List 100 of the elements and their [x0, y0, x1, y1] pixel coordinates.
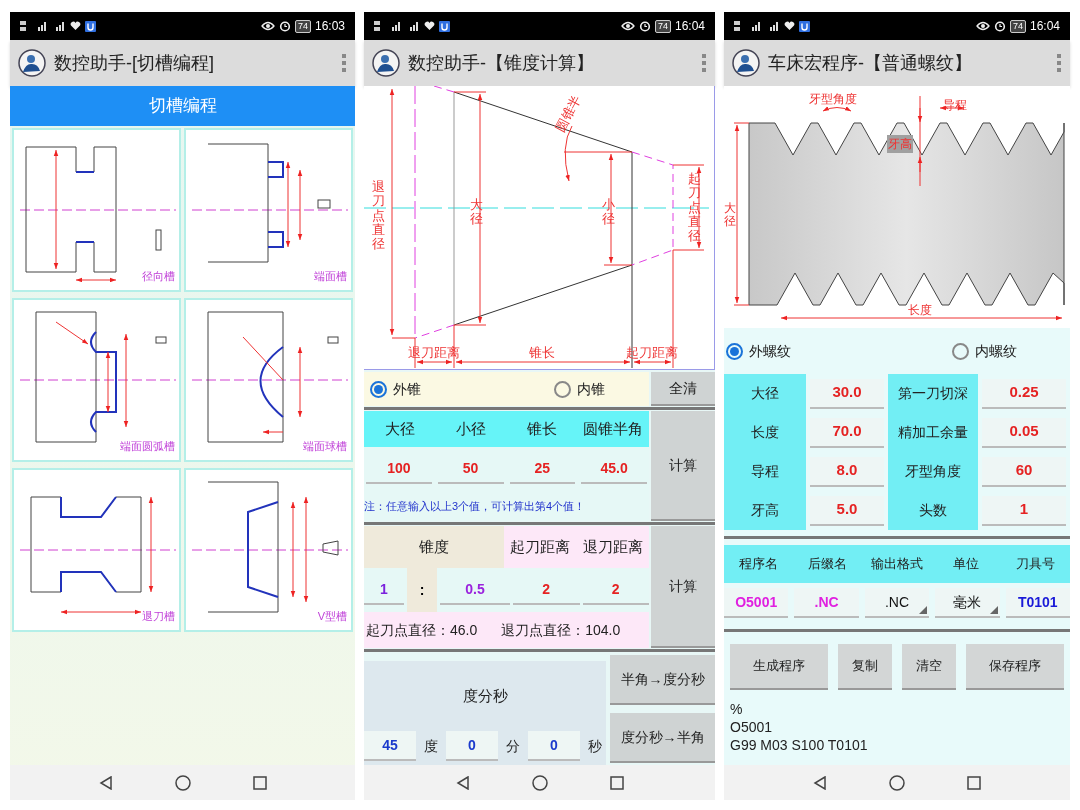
dimension-label: 圆锥半 — [551, 91, 586, 136]
dimension-label: 退刀距离 — [408, 344, 460, 362]
action-button[interactable]: 保存程序 — [965, 644, 1064, 690]
card-caption: 端面球槽 — [303, 439, 348, 454]
parameter-label: 大径 — [724, 374, 806, 413]
dimension-label: 退刀点直径 — [372, 180, 385, 252]
app-logo-icon — [18, 49, 46, 77]
input-field[interactable]: 70.0 — [810, 417, 884, 448]
input-field[interactable]: 1 — [982, 495, 1066, 526]
groove-card[interactable]: 径向槽 — [12, 128, 181, 292]
parameter-label: 头数 — [888, 491, 978, 530]
radio-button[interactable] — [951, 342, 969, 360]
input-field[interactable]: 45 — [364, 731, 416, 761]
input-field[interactable]: 1 — [364, 575, 404, 605]
convert-button[interactable]: 半角→度分秒 — [610, 655, 715, 705]
action-button[interactable]: 清空 — [902, 644, 956, 690]
input-field[interactable]: 30.0 — [810, 378, 884, 409]
code-line: % — [730, 700, 744, 718]
column-label: 锥度 — [364, 526, 504, 568]
back-icon — [98, 775, 113, 790]
groove-card[interactable]: 端面槽 — [184, 128, 353, 292]
alarm-icon — [278, 20, 291, 32]
groove-card[interactable]: V型槽 — [184, 468, 353, 632]
input-field[interactable]: 0.5 — [440, 575, 510, 605]
groove-card[interactable]: 端面球槽 — [184, 298, 353, 462]
recents-icon — [252, 775, 267, 790]
action-button[interactable]: 生成程序 — [730, 644, 829, 690]
alarm-icon — [638, 20, 651, 32]
recents-icon — [609, 775, 624, 790]
card-caption: 端面圆弧槽 — [120, 439, 176, 454]
clear-button[interactable]: 全清 — [651, 372, 715, 406]
input-field[interactable]: 45.0 — [581, 454, 647, 484]
column-label: 小径 — [454, 418, 487, 439]
groove-card[interactable]: 端面圆弧槽 — [12, 298, 181, 462]
alarm-icon — [993, 20, 1006, 32]
radio-option[interactable]: 内螺纹 — [951, 340, 1017, 362]
eye-icon — [620, 21, 635, 31]
input-field[interactable]: O5001 — [724, 588, 789, 618]
dimension-label: 起刀点直径 — [688, 172, 701, 244]
parameter-label: 牙高 — [724, 491, 806, 530]
groove-card[interactable]: 退刀槽 — [12, 468, 181, 632]
app-logo-icon — [372, 49, 400, 77]
result-text: 退刀点直径：104.0 — [501, 620, 621, 640]
dimension-label: 牙高 — [887, 135, 913, 153]
column-label: 退刀距离 — [576, 526, 649, 568]
parameter-label: 第一刀切深 — [888, 374, 978, 413]
section-label: 度分秒 — [461, 685, 509, 706]
input-field[interactable]: 60 — [982, 456, 1066, 487]
battery-level: 74 — [294, 19, 311, 33]
radio-button[interactable] — [370, 380, 387, 398]
input-field[interactable]: 100 — [366, 454, 432, 484]
radio-button[interactable] — [726, 342, 743, 360]
radio-option[interactable]: 外螺纹 — [726, 340, 791, 362]
calculate-button[interactable]: 计算 — [651, 526, 715, 648]
column-label: 锥长 — [526, 418, 559, 439]
ratio-separator: : — [407, 568, 437, 612]
column-label: 圆锥半角 — [582, 418, 645, 439]
dimension-label: 大径 — [470, 198, 483, 227]
app-title: 车床宏程序-【普通螺纹】 — [768, 51, 973, 75]
app-badge-icon — [439, 20, 450, 32]
clock-time: 16:03 — [314, 18, 345, 35]
heart-icon — [70, 21, 81, 31]
column-label: 起刀距离 — [504, 526, 577, 568]
dropdown-corner-icon — [919, 606, 928, 614]
overflow-menu-icon — [341, 53, 347, 73]
unit-label: 分 — [505, 736, 521, 756]
input-field[interactable]: 25 — [509, 454, 576, 484]
battery-level: 74 — [1009, 19, 1026, 33]
dropdown[interactable]: 毫米 — [935, 588, 1000, 618]
input-field[interactable]: 0 — [528, 731, 580, 761]
input-field[interactable]: 8.0 — [810, 456, 884, 487]
input-field[interactable]: T0101 — [1005, 588, 1070, 618]
radio-option[interactable]: 外锥 — [370, 378, 421, 400]
home-icon — [531, 774, 548, 791]
action-button[interactable]: 复制 — [838, 644, 892, 690]
radio-option[interactable]: 内锥 — [553, 378, 605, 400]
input-field[interactable]: 5.0 — [810, 495, 884, 526]
input-field[interactable]: .NC — [794, 588, 859, 618]
overflow-menu-icon — [1056, 53, 1062, 73]
input-field[interactable]: 0.25 — [982, 378, 1066, 409]
parameter-label: 精加工余量 — [888, 413, 978, 452]
convert-button[interactable]: 度分秒→半角 — [610, 713, 715, 763]
input-field[interactable]: 0 — [446, 731, 498, 761]
column-label: 单位 — [952, 555, 981, 574]
input-field[interactable]: 50 — [437, 454, 504, 484]
radio-button[interactable] — [553, 380, 571, 398]
back-icon — [813, 775, 827, 790]
column-label: 输出格式 — [870, 555, 924, 574]
code-line: O5001 — [730, 718, 774, 736]
dropdown[interactable]: .NC — [864, 588, 930, 618]
heart-icon — [784, 21, 795, 31]
input-field[interactable]: 2 — [513, 575, 580, 605]
app-title: 数控助手-【锥度计算】 — [408, 51, 595, 75]
input-field[interactable]: 2 — [582, 575, 649, 605]
result-text: 起刀点直径：46.0 — [366, 620, 478, 640]
dimension-label: 小径 — [602, 198, 615, 227]
input-field[interactable]: 0.05 — [982, 417, 1066, 448]
column-label: 刀具号 — [1014, 555, 1056, 574]
overflow-menu-icon — [701, 53, 707, 73]
calculate-button[interactable]: 计算 — [651, 411, 715, 521]
